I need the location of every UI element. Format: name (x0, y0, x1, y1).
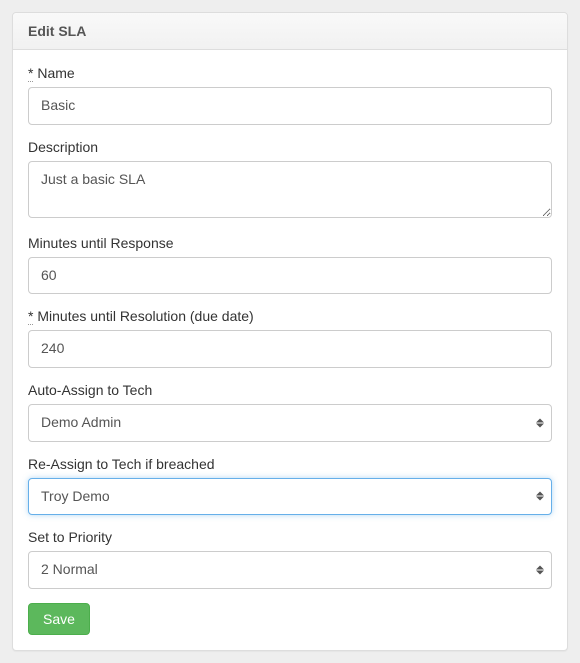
minutes-response-input[interactable] (28, 257, 552, 295)
required-indicator: * (28, 65, 33, 82)
required-indicator: * (28, 308, 33, 325)
edit-sla-panel: Edit SLA * Name Description Just a basic… (12, 12, 568, 651)
auto-assign-label: Auto-Assign to Tech (28, 382, 552, 398)
minutes-response-label: Minutes until Response (28, 235, 552, 251)
description-textarea[interactable]: Just a basic SLA (28, 161, 552, 218)
panel-body: * Name Description Just a basic SLA Minu… (13, 50, 567, 650)
field-priority: Set to Priority 2 Normal (28, 529, 552, 589)
auto-assign-select[interactable]: Demo Admin (28, 404, 552, 442)
priority-label: Set to Priority (28, 529, 552, 545)
field-minutes-resolution: * Minutes until Resolution (due date) (28, 308, 552, 368)
field-name: * Name (28, 65, 552, 125)
field-reassign: Re-Assign to Tech if breached Troy Demo (28, 456, 552, 516)
name-label: * Name (28, 65, 552, 81)
minutes-resolution-label-text: Minutes until Resolution (due date) (37, 308, 253, 324)
save-button[interactable]: Save (28, 603, 90, 635)
field-auto-assign: Auto-Assign to Tech Demo Admin (28, 382, 552, 442)
field-description: Description Just a basic SLA (28, 139, 552, 221)
reassign-select[interactable]: Troy Demo (28, 478, 552, 516)
minutes-resolution-input[interactable] (28, 330, 552, 368)
priority-select[interactable]: 2 Normal (28, 551, 552, 589)
reassign-label: Re-Assign to Tech if breached (28, 456, 552, 472)
minutes-resolution-label: * Minutes until Resolution (due date) (28, 308, 552, 324)
field-minutes-response: Minutes until Response (28, 235, 552, 295)
name-input[interactable] (28, 87, 552, 125)
panel-title: Edit SLA (13, 13, 567, 50)
name-label-text: Name (37, 65, 74, 81)
description-label: Description (28, 139, 552, 155)
